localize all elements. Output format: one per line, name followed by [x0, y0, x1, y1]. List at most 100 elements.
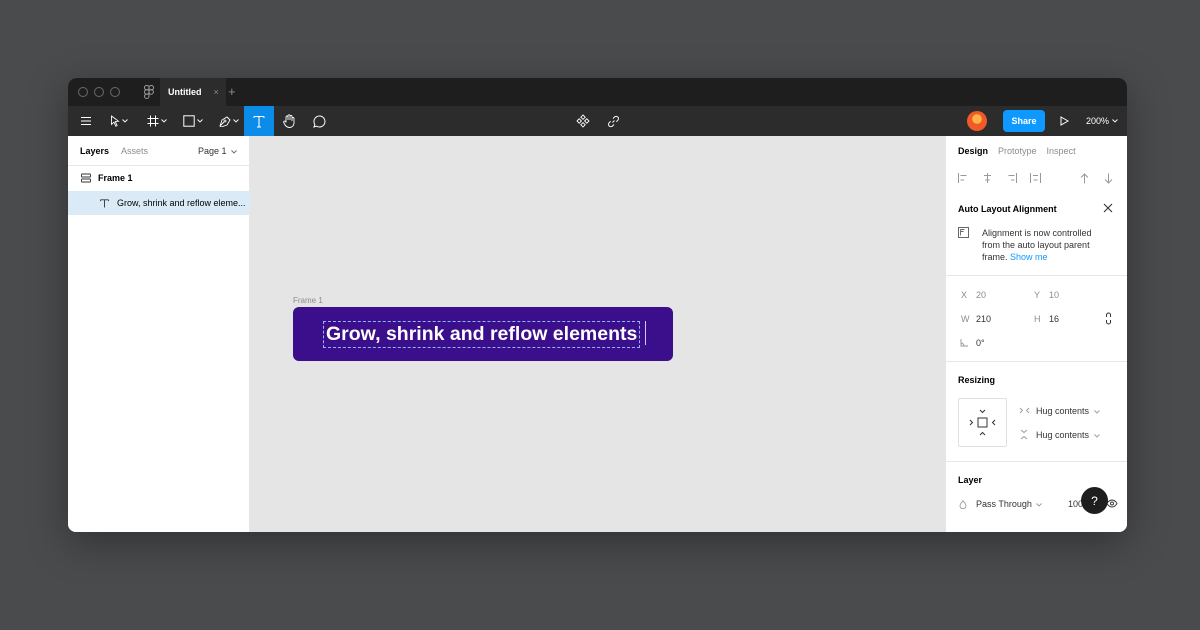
hug-contents-icon [969, 409, 996, 436]
maximize-window-button[interactable] [110, 87, 120, 97]
rotation-icon [960, 339, 968, 347]
comment-bubble-icon [312, 114, 325, 128]
vertical-resizing-dropdown[interactable]: Hug contents [1036, 430, 1100, 440]
frame-tool-button[interactable] [142, 106, 172, 136]
align-center-icon[interactable] [982, 173, 993, 183]
vertical-resizing-value: Hug contents [1036, 430, 1090, 440]
close-tab-icon[interactable]: × [214, 87, 219, 97]
auto-layout-frame[interactable]: Grow, shrink and reflow elements [293, 307, 673, 361]
hand-icon [282, 114, 294, 128]
help-button[interactable]: ? [1081, 487, 1108, 514]
arrow-up-icon[interactable] [1080, 173, 1089, 184]
left-panel-tabs: Layers Assets Page 1 [68, 136, 249, 166]
zoom-value: 200% [1086, 116, 1110, 126]
move-tool-button[interactable] [104, 106, 134, 136]
text-cursor [645, 321, 646, 345]
toolbar: Share 200% [68, 106, 1127, 136]
tab-inspect[interactable]: Inspect [1047, 146, 1076, 156]
page-selector-label: Page 1 [197, 146, 227, 156]
comment-tool-button[interactable] [306, 106, 332, 136]
distribute-icon[interactable] [1030, 173, 1041, 183]
horizontal-resizing-value: Hug contents [1036, 406, 1090, 416]
hand-tool-button[interactable] [276, 106, 302, 136]
play-icon [1060, 116, 1069, 126]
close-window-button[interactable] [78, 87, 88, 97]
layer-name: Frame 1 [98, 173, 133, 183]
blend-mode-value: Pass Through [976, 499, 1032, 509]
tab-design[interactable]: Design [958, 146, 988, 156]
blend-mode-dropdown[interactable]: Pass Through [976, 499, 1043, 509]
title-bar: Untitled × + [68, 78, 1127, 106]
chevron-down-icon [1093, 410, 1100, 414]
resizing-preview[interactable] [958, 398, 1007, 447]
show-me-link[interactable]: Show me [1010, 252, 1048, 262]
horizontal-resizing-dropdown[interactable]: Hug contents [1036, 406, 1100, 416]
tab-layers[interactable]: Layers [80, 146, 109, 156]
new-tab-button[interactable]: + [228, 84, 236, 100]
link-button[interactable] [601, 106, 625, 136]
pen-tool-button[interactable] [214, 106, 244, 136]
components-button[interactable] [571, 106, 595, 136]
page-selector[interactable]: Page 1 [198, 146, 237, 156]
align-right-icon[interactable] [1006, 173, 1017, 183]
text-tool-icon [253, 115, 265, 128]
chevron-down-icon [197, 119, 203, 123]
layers-panel: Layers Assets Page 1 Frame 1 Grow, shrin… [68, 136, 250, 532]
vertical-resizing-icon [1020, 429, 1028, 440]
layer-row-frame[interactable]: Frame 1 [68, 166, 250, 190]
layer-title: Layer [958, 475, 983, 485]
align-left-icon[interactable] [958, 173, 969, 183]
w-field[interactable]: 210 [976, 314, 991, 324]
chevron-down-icon [161, 119, 167, 123]
alignment-info-icon [958, 227, 969, 238]
close-icon[interactable] [1103, 203, 1113, 213]
text-icon [100, 198, 109, 207]
file-tab[interactable]: Untitled × [160, 78, 226, 106]
tab-assets[interactable]: Assets [121, 146, 148, 156]
chevron-down-icon [122, 119, 128, 123]
figma-window: Untitled × + Share 200% Layers Assets Pa… [68, 78, 1127, 532]
auto-layout-icon [81, 173, 91, 183]
hamburger-icon [81, 116, 91, 126]
canvas[interactable]: Frame 1 Grow, shrink and reflow elements [250, 136, 945, 532]
chevron-down-icon [1112, 119, 1118, 123]
chevron-down-icon [1036, 503, 1043, 507]
blend-mode-icon [959, 500, 967, 509]
resizing-section: Resizing Hug contents Hug contents [946, 361, 1127, 461]
y-field[interactable]: 10 [1049, 290, 1059, 300]
present-button[interactable] [1055, 106, 1073, 136]
file-tab-title: Untitled [168, 87, 202, 97]
tab-prototype[interactable]: Prototype [998, 146, 1037, 156]
arrow-down-icon[interactable] [1104, 173, 1113, 184]
layer-row-text[interactable]: Grow, shrink and reflow eleme... [68, 191, 250, 215]
frame-text[interactable]: Grow, shrink and reflow elements [323, 321, 641, 348]
share-button[interactable]: Share [1003, 110, 1045, 132]
right-panel-tabs: Design Prototype Inspect [946, 136, 1127, 166]
w-label: W [961, 314, 970, 324]
pen-icon [219, 116, 231, 127]
shape-tool-button[interactable] [178, 106, 208, 136]
component-diamond-icon [576, 114, 590, 128]
zoom-dropdown[interactable]: 200% [1086, 106, 1118, 136]
alignment-notice: Alignment is now controlled from the aut… [982, 227, 1102, 263]
chevron-down-icon [231, 150, 237, 154]
user-avatar[interactable] [967, 111, 987, 131]
chevron-down-icon [1093, 434, 1100, 438]
minimize-window-button[interactable] [94, 87, 104, 97]
cursor-arrow-icon [111, 115, 120, 127]
x-field[interactable]: 20 [976, 290, 986, 300]
frame-label[interactable]: Frame 1 [293, 296, 323, 305]
h-field[interactable]: 16 [1049, 314, 1059, 324]
layer-name: Grow, shrink and reflow eleme... [117, 198, 246, 208]
frame-hash-icon [147, 115, 159, 127]
position-size-section: X 20 Y 10 W 210 H 16 0° [946, 275, 1127, 361]
figma-logo-icon[interactable] [142, 85, 156, 99]
constrain-proportions-icon[interactable] [1105, 312, 1112, 325]
align-row [958, 173, 1041, 183]
horizontal-resizing-icon [1019, 407, 1030, 414]
text-tool-button[interactable] [244, 106, 274, 136]
resizing-title: Resizing [958, 375, 996, 385]
rotation-field[interactable]: 0° [976, 338, 985, 348]
design-panel: Design Prototype Inspect Auto Layout Ali… [945, 136, 1127, 532]
main-menu-button[interactable] [74, 106, 98, 136]
